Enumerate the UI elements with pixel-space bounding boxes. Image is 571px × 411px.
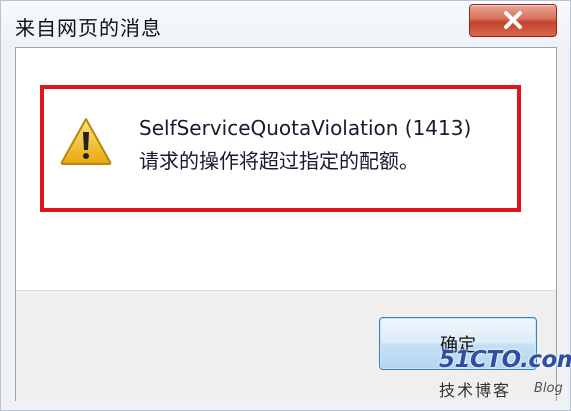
close-button[interactable] bbox=[469, 4, 557, 37]
message-line-1: SelfServiceQuotaViolation (1413) bbox=[139, 116, 472, 140]
message-line-2: 请求的操作将超过指定的配额。 bbox=[139, 149, 419, 173]
warning-icon bbox=[60, 118, 112, 165]
watermark-blog: Blog bbox=[534, 381, 563, 396]
title-bar: 来自网页的消息 bbox=[1, 1, 570, 47]
close-icon bbox=[504, 11, 522, 29]
watermark-subtitle: 技术博客 bbox=[439, 381, 512, 400]
watermark: 51CTO.com 技术博客 Blog bbox=[431, 347, 571, 407]
watermark-logo: 51CTO.com bbox=[439, 347, 571, 373]
dialog-title: 来自网页的消息 bbox=[15, 16, 162, 40]
message-area: SelfServiceQuotaViolation (1413) 请求的操作将超… bbox=[16, 48, 556, 290]
dialog-window: 来自网页的消息 SelfServiceQuotaViolation (1413)… bbox=[0, 0, 571, 411]
